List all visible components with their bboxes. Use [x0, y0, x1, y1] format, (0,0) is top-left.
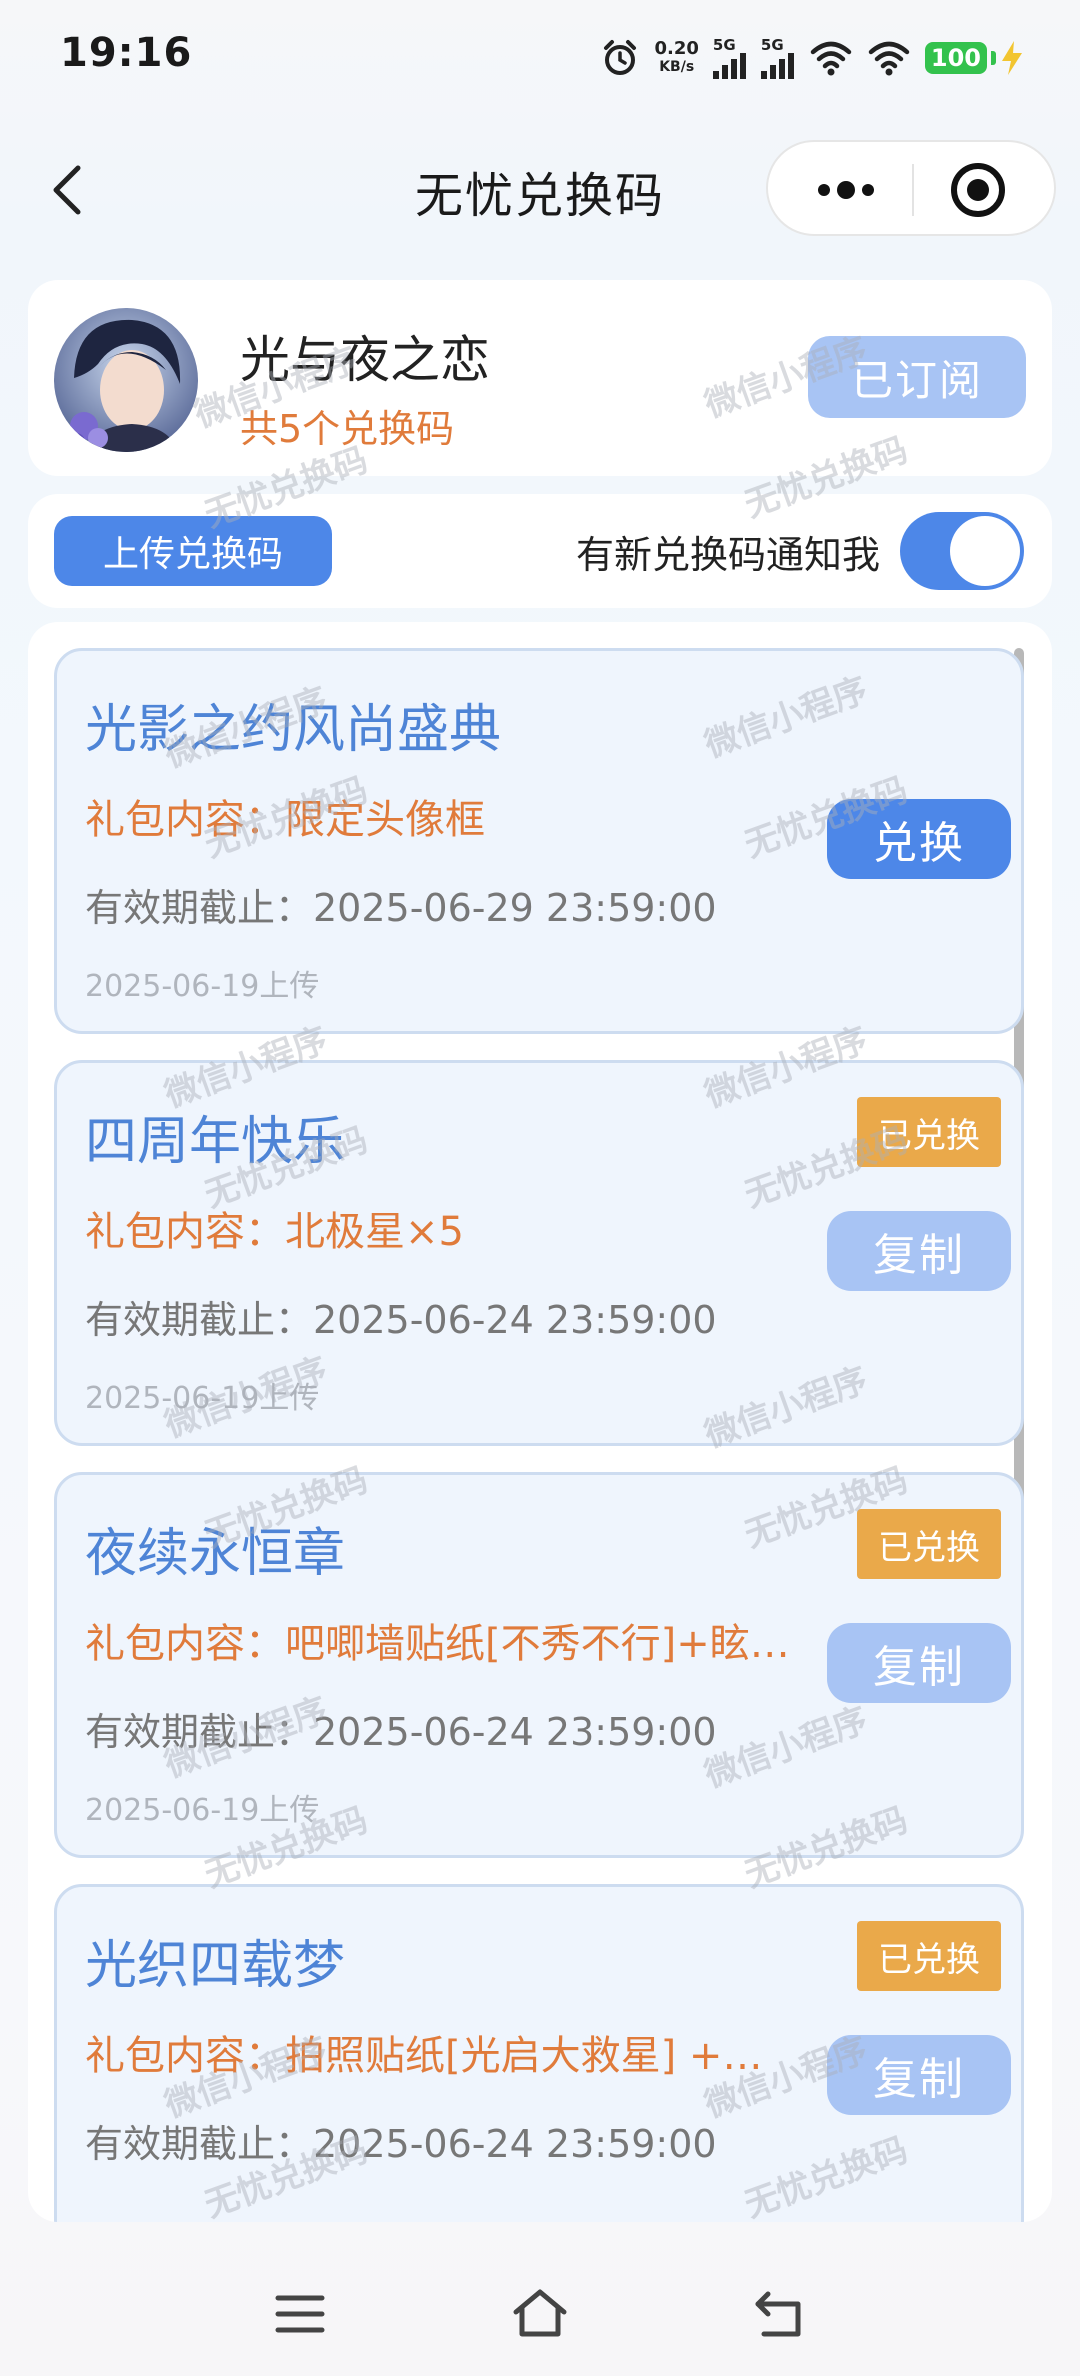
gift-content: 礼包内容：限定头像框: [85, 797, 485, 843]
close-target-icon[interactable]: [948, 160, 1008, 220]
signal-1: 5G: [712, 35, 747, 79]
gift-content: 礼包内容：拍照贴纸[光启大救星] +…: [85, 2033, 763, 2079]
charging-bolt-icon: [1002, 41, 1022, 75]
code-item: 光影之约风尚盛典 礼包内容：限定头像框 有效期截止：2025-06-29 23:…: [54, 648, 1024, 1034]
wifi-icon: [868, 41, 910, 76]
more-dots-icon[interactable]: [806, 160, 886, 220]
signal-1-label: 5G: [712, 35, 736, 54]
notify-toggle[interactable]: [900, 512, 1024, 590]
copy-button[interactable]: 复制: [827, 2035, 1011, 2115]
capsule-divider: [912, 164, 914, 216]
signal-2-label: 5G: [760, 35, 784, 54]
expiry-date: 有效期截止：2025-06-24 23:59:00: [85, 1710, 717, 1754]
code-title: 夜续永恒章: [85, 1524, 346, 1584]
net-speed-unit: KB/s: [659, 59, 695, 75]
game-name: 光与夜之恋: [240, 331, 490, 389]
nav-bar: 无忧兑换码: [0, 120, 1080, 260]
redeemed-badge: 已兑换: [857, 1509, 1001, 1579]
signal-2: 5G: [760, 35, 795, 79]
battery-level: 100: [924, 42, 987, 74]
net-speed-value: 0.20: [654, 38, 699, 59]
battery-tip: [991, 51, 996, 65]
redeemed-badge: 已兑换: [857, 1921, 1001, 1991]
net-speed: 0.20 KB/s: [654, 40, 698, 76]
code-count: 共5个兑换码: [240, 407, 455, 451]
upload-date: 2025-06-19上传: [85, 1381, 320, 1416]
code-title: 光织四载梦: [85, 1936, 346, 1996]
code-title: 光影之约风尚盛典: [85, 700, 502, 760]
avatar-illustration: [54, 308, 198, 452]
menu-icon[interactable]: [270, 2284, 330, 2344]
code-item: 夜续永恒章 已兑换 礼包内容：吧唧墙贴纸[不秀不行]+眩… 有效期截止：2025…: [54, 1472, 1024, 1858]
code-list: 光影之约风尚盛典 礼包内容：限定头像框 有效期截止：2025-06-29 23:…: [28, 622, 1052, 2222]
toggle-knob: [950, 516, 1020, 586]
code-item: 四周年快乐 已兑换 礼包内容：北极星×5 有效期截止：2025-06-24 23…: [54, 1060, 1024, 1446]
upload-date: 2025-06-19上传: [85, 1793, 320, 1828]
status-time: 19:16: [60, 30, 193, 76]
expiry-date: 有效期截止：2025-06-29 23:59:00: [85, 886, 717, 930]
notify-label: 有新兑换码通知我: [575, 533, 880, 577]
signal-bars-icon: [712, 52, 746, 79]
back-nav-icon[interactable]: [750, 2284, 810, 2344]
copy-button[interactable]: 复制: [827, 1623, 1011, 1703]
alarm-icon: [604, 40, 637, 75]
gift-content: 礼包内容：吧唧墙贴纸[不秀不行]+眩…: [85, 1621, 790, 1667]
home-icon[interactable]: [510, 2284, 570, 2344]
mini-program-capsule: [766, 140, 1056, 236]
wifi-plus-icon: [810, 41, 852, 76]
action-card: 上传兑换码 有新兑换码通知我: [28, 494, 1052, 608]
gift-content: 礼包内容：北极星×5: [85, 1209, 464, 1255]
subscribed-button[interactable]: 已订阅: [808, 336, 1026, 418]
expiry-date: 有效期截止：2025-06-24 23:59:00: [85, 1298, 717, 1342]
game-avatar: [54, 308, 198, 452]
upload-date: 2025-06-19上传: [85, 969, 320, 1004]
status-icons: 0.20 KB/s 5G 5G 100: [600, 32, 1024, 84]
system-nav-bar: [0, 2240, 1080, 2376]
copy-button[interactable]: 复制: [827, 1211, 1011, 1291]
code-title: 四周年快乐: [85, 1112, 346, 1172]
upload-code-button[interactable]: 上传兑换码: [54, 516, 332, 586]
battery-indicator: 100: [924, 41, 1024, 75]
expiry-date: 有效期截止：2025-06-24 23:59:00: [85, 2122, 717, 2166]
code-item: 光织四载梦 已兑换 礼包内容：拍照贴纸[光启大救星] +… 有效期截止：2025…: [54, 1884, 1024, 2222]
status-bar: 19:16 0.20 KB/s 5G 5G 100: [0, 0, 1080, 120]
profile-card: 光与夜之恋 共5个兑换码 已订阅: [28, 280, 1052, 476]
signal-bars-icon: [760, 52, 794, 79]
redeem-button[interactable]: 兑换: [827, 799, 1011, 879]
redeemed-badge: 已兑换: [857, 1097, 1001, 1167]
